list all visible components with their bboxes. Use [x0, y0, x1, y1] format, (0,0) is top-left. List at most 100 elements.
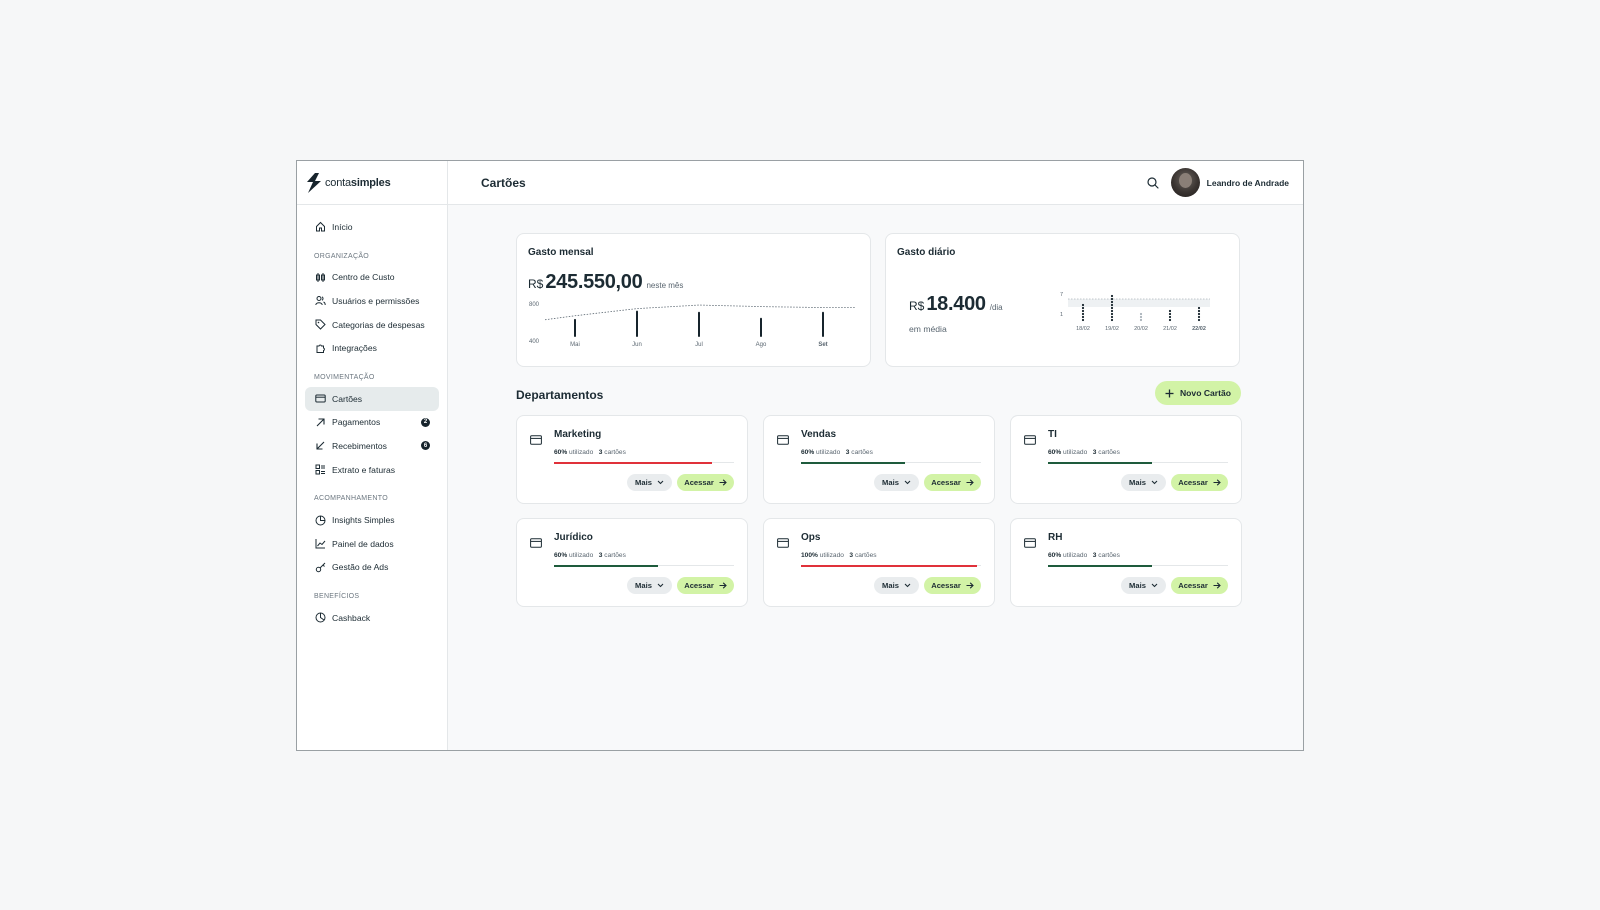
- access-label: Acessar: [1178, 581, 1208, 590]
- department-card-marketing[interactable]: Marketing 60% utilizado 3 cartões Mais Aces…: [516, 415, 748, 504]
- usage-bar: [801, 564, 981, 567]
- sidebar-section-title: MOVIMENTAÇÃO: [314, 373, 375, 381]
- usage-percent: 60%: [1048, 552, 1062, 559]
- more-label: Mais: [635, 581, 652, 590]
- usage-bar-fill: [554, 461, 713, 464]
- chevron-down-icon: [904, 583, 911, 588]
- more-label: Mais: [635, 478, 652, 487]
- chevron-down-icon: [657, 480, 664, 485]
- sidebar-item-categorias-de-despesas[interactable]: Categorias de despesas: [305, 313, 439, 337]
- department-card-vendas[interactable]: Vendas 60% utilizado 3 cartões Mais Acessar: [763, 415, 995, 504]
- card-icon: [777, 435, 789, 445]
- bar-dot: [1197, 318, 1201, 322]
- more-button[interactable]: Mais: [874, 474, 919, 491]
- usage-percent: 60%: [554, 552, 568, 559]
- more-button[interactable]: Mais: [1121, 577, 1166, 594]
- sidebar-item-gestao-de-ads[interactable]: Gestão de Ads: [305, 556, 439, 580]
- access-button[interactable]: Acessar: [1171, 577, 1228, 594]
- access-button[interactable]: Acessar: [924, 577, 981, 594]
- sidebar-item-usuarios-e-permissoes[interactable]: Usuários e permissões: [305, 289, 439, 313]
- usage-bar: [554, 564, 734, 567]
- sidebar-item-inicio[interactable]: Início: [305, 215, 439, 239]
- access-button[interactable]: Acessar: [924, 474, 981, 491]
- y-tick-label: 7: [1060, 292, 1063, 298]
- pie-icon: [314, 514, 326, 526]
- access-button[interactable]: Acessar: [677, 577, 734, 594]
- topbar: Cartões Leandro de Andrade: [448, 161, 1303, 205]
- bar-dot: [1081, 312, 1085, 316]
- page-title: Cartões: [481, 175, 526, 190]
- sidebar-item-cartoes[interactable]: Cartões: [305, 386, 439, 411]
- usage-label: utilizado: [1063, 449, 1088, 456]
- department-card-rh[interactable]: RH 60% utilizado 3 cartões Mais Acessar: [1010, 518, 1242, 607]
- daily-currency: R$: [909, 299, 925, 313]
- usage-label: utilizado: [569, 449, 594, 456]
- usage-percent: 60%: [1048, 449, 1062, 456]
- bar-dot: [1197, 306, 1201, 310]
- puzzle-icon: [314, 342, 326, 354]
- usage-label: utilizado: [819, 552, 844, 559]
- bar-dot: [1110, 300, 1114, 304]
- x-tick-label: Set: [818, 342, 827, 348]
- usage-label: utilizado: [816, 449, 841, 456]
- card-count: 3: [1092, 449, 1097, 456]
- bar-dot: [1110, 318, 1114, 322]
- bar-dot: [1139, 318, 1143, 322]
- access-button[interactable]: Acessar: [1171, 474, 1228, 491]
- avatar[interactable]: [1170, 168, 1200, 197]
- sidebar-item-pagamentos[interactable]: Pagamentos 2: [305, 411, 439, 435]
- department-card-juridico[interactable]: Jurídico 60% utilizado 3 cartões Mais Acess…: [516, 518, 748, 607]
- more-button[interactable]: Mais: [627, 474, 672, 491]
- sidebar-item-recebimentos[interactable]: Recebimentos 6: [305, 434, 439, 458]
- more-button[interactable]: Mais: [874, 577, 919, 594]
- x-tick-label: 18/02: [1076, 326, 1090, 332]
- bar-dot: [1197, 309, 1201, 313]
- department-card-ops[interactable]: Ops 100% utilizado 3 cartões Mais Acessar: [763, 518, 995, 607]
- daily-chart: 7 1 18/02 19/02 20/02 21/02 22/02: [1060, 292, 1210, 332]
- usage-percent: 100%: [801, 552, 818, 559]
- bar-dot: [1110, 303, 1114, 307]
- department-name: TI: [1048, 429, 1057, 440]
- sidebar-item-label: Início: [332, 221, 353, 232]
- daily-spend-card: Gasto diário R$ 18.400 /dia em média 7 1 1…: [885, 233, 1240, 367]
- access-label: Acessar: [684, 478, 714, 487]
- access-button[interactable]: Acessar: [677, 474, 734, 491]
- new-card-button[interactable]: Novo Cartão: [1155, 381, 1241, 405]
- sidebar-item-integracoes[interactable]: Integrações: [305, 336, 439, 360]
- search-button[interactable]: [1145, 175, 1161, 191]
- bar-dot: [1168, 318, 1172, 322]
- sidebar-item-extrato-e-faturas[interactable]: Extrato e faturas: [305, 458, 439, 482]
- chevron-down-icon: [1151, 480, 1158, 485]
- daily-value: 18.400: [926, 293, 986, 315]
- usage-percent: 60%: [801, 449, 815, 456]
- tags-icon: [314, 319, 326, 331]
- sidebar-item-cashback[interactable]: Cashback: [305, 606, 439, 630]
- more-label: Mais: [1129, 478, 1146, 487]
- bar-dot: [1110, 315, 1114, 319]
- cards-label: cartões: [851, 449, 873, 456]
- x-tick-label: Jul: [695, 342, 703, 348]
- chevron-down-icon: [1151, 583, 1158, 588]
- department-usage: 100% utilizado 3 cartões: [801, 552, 877, 559]
- department-card-ti[interactable]: TI 60% utilizado 3 cartões Mais Acessar: [1010, 415, 1242, 504]
- sidebar-item-centro-de-custo[interactable]: Centro de Custo: [305, 266, 439, 290]
- monthly-suffix: neste mês: [646, 281, 684, 290]
- sidebar-item-painel-de-dados[interactable]: Painel de dados: [305, 532, 439, 556]
- bar-dot: [1081, 318, 1085, 322]
- bar-dot: [1081, 303, 1085, 307]
- users-icon: [314, 295, 326, 307]
- sidebar-item-label: Centro de Custo: [332, 272, 395, 283]
- monthly-chart: 800 400 Mai Jun Jul Ago Set: [529, 302, 855, 348]
- card-icon: [1024, 435, 1036, 445]
- bar-dot: [1197, 312, 1201, 316]
- sidebar-item-insights-simples[interactable]: Insights Simples: [305, 508, 439, 532]
- brand-logo[interactable]: contasimples: [297, 161, 447, 205]
- reference-band: [1068, 299, 1210, 307]
- more-button[interactable]: Mais: [627, 577, 672, 594]
- user-name[interactable]: Leandro de Andrade: [1207, 178, 1289, 188]
- sidebar: contasimples Início ORGANIZAÇÃO Centro de …: [297, 161, 448, 750]
- more-button[interactable]: Mais: [1121, 474, 1166, 491]
- department-name: Vendas: [801, 429, 837, 440]
- card-icon: [1024, 538, 1036, 548]
- department-usage: 60% utilizado 3 cartões: [801, 449, 873, 456]
